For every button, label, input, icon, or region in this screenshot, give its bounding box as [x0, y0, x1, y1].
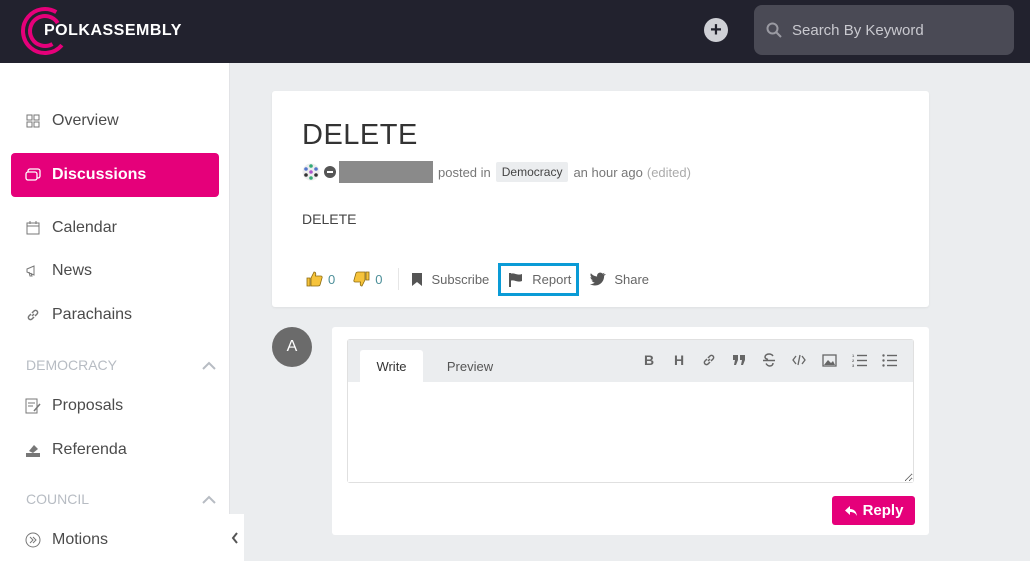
post-card: DELETE posted in Democracy an hour ago (…	[272, 91, 929, 307]
post-body: DELETE	[302, 211, 357, 227]
heading-icon[interactable]: H	[671, 352, 687, 368]
like-button[interactable]: 0	[306, 271, 335, 287]
post-meta: posted in Democracy an hour ago (edited)	[302, 161, 691, 183]
logo[interactable]: POLKASSEMBLY	[20, 5, 181, 57]
strikethrough-icon[interactable]	[761, 352, 777, 368]
comment-form: Write Preview B H 1 2 3 Reply	[332, 327, 929, 535]
twitter-icon	[590, 272, 607, 286]
share-label: Share	[614, 271, 650, 287]
sidebar-item-motions[interactable]: Motions	[11, 518, 219, 561]
search-box[interactable]	[754, 5, 1014, 55]
democracy-section-header[interactable]: DEMOCRACY	[26, 357, 216, 373]
sidebar-item-label: Discussions	[52, 166, 147, 183]
bold-icon[interactable]: B	[641, 352, 657, 368]
section-title: COUNCIL	[26, 491, 90, 507]
motion-icon	[25, 532, 41, 548]
format-tools: B H 123	[641, 352, 897, 368]
sidebar: Overview Discussions Calendar News Parac…	[0, 63, 230, 561]
flag-icon	[509, 272, 523, 287]
search-icon	[766, 22, 782, 38]
code-icon[interactable]	[791, 352, 807, 368]
sidebar-item-label: Overview	[52, 112, 119, 129]
report-label: Report	[532, 271, 572, 287]
avatar[interactable]: A	[272, 327, 312, 367]
comment-textarea[interactable]	[348, 382, 913, 482]
link-icon[interactable]	[701, 352, 717, 368]
unordered-list-icon[interactable]	[881, 352, 897, 368]
report-button[interactable]: Report	[498, 262, 580, 296]
top-bar: POLKASSEMBLY +	[0, 0, 1030, 63]
editor-toolbar: Write Preview B H 1 2 3	[348, 340, 913, 382]
edited-label: (edited)	[646, 164, 691, 180]
section-title: DEMOCRACY	[26, 357, 118, 373]
subscribe-button[interactable]: Subscribe	[411, 272, 489, 287]
chevron-up-icon	[202, 495, 216, 504]
sidebar-item-label: Parachains	[52, 306, 133, 323]
chevron-up-icon	[202, 361, 216, 370]
sidebar-item-calendar[interactable]: Calendar	[11, 206, 219, 250]
link-icon	[25, 307, 41, 323]
search-input[interactable]	[792, 21, 992, 39]
topic-tag[interactable]: Democracy	[495, 162, 569, 182]
quote-icon[interactable]	[731, 352, 747, 368]
reply-icon	[844, 505, 857, 516]
share-button[interactable]: Share	[590, 272, 649, 287]
bookmark-icon	[412, 272, 423, 286]
sidebar-item-label: Motions	[52, 531, 109, 548]
megaphone-icon	[25, 263, 41, 279]
divider	[398, 268, 400, 290]
reply-button[interactable]: Reply	[832, 496, 915, 525]
redacted-username[interactable]	[339, 161, 433, 183]
proposal-icon	[25, 398, 41, 414]
council-section-header[interactable]: COUNCIL	[26, 491, 216, 507]
subscribe-label: Subscribe	[431, 271, 490, 287]
sidebar-item-news[interactable]: News	[11, 249, 219, 293]
like-count: 0	[328, 271, 336, 287]
ballot-icon	[25, 442, 41, 458]
posted-in-label: posted in	[438, 164, 491, 180]
ordered-list-icon[interactable]: 123	[851, 352, 867, 368]
add-button[interactable]: +	[704, 18, 728, 42]
sidebar-collapse-button[interactable]	[226, 514, 244, 561]
sidebar-item-parachains[interactable]: Parachains	[11, 293, 219, 337]
post-actions: 0 0 Subscribe Report Share	[306, 261, 649, 297]
logo-text: POLKASSEMBLY	[44, 22, 182, 39]
reply-label: Reply	[862, 502, 904, 519]
tab-write[interactable]: Write	[360, 350, 423, 382]
minus-circle-icon	[324, 166, 336, 178]
sidebar-item-overview[interactable]: Overview	[11, 99, 219, 143]
sidebar-item-label: Referenda	[52, 441, 127, 458]
thumbs-down-icon	[353, 271, 370, 287]
markdown-editor: Write Preview B H 1 2 3	[347, 339, 914, 483]
image-icon[interactable]	[821, 352, 837, 368]
chat-icon	[25, 167, 41, 183]
dislike-count: 0	[375, 271, 383, 287]
sidebar-item-label: News	[52, 262, 93, 279]
post-time: an hour ago	[573, 164, 643, 180]
thumbs-up-icon	[306, 271, 323, 287]
sidebar-item-label: Calendar	[52, 219, 117, 236]
sidebar-item-referenda[interactable]: Referenda	[11, 428, 219, 472]
calendar-icon	[25, 220, 41, 236]
sidebar-item-label: Proposals	[52, 397, 124, 414]
plus-icon: +	[710, 18, 722, 41]
post-title: DELETE	[302, 119, 418, 151]
chevron-left-icon	[231, 531, 238, 544]
sidebar-item-proposals[interactable]: Proposals	[11, 384, 219, 428]
grid-icon	[25, 113, 41, 129]
svg-text:3: 3	[852, 363, 855, 367]
tab-preview[interactable]: Preview	[435, 350, 505, 382]
identicon-icon[interactable]	[302, 163, 320, 181]
dislike-button[interactable]: 0	[353, 271, 382, 287]
sidebar-item-discussions[interactable]: Discussions	[11, 153, 219, 197]
